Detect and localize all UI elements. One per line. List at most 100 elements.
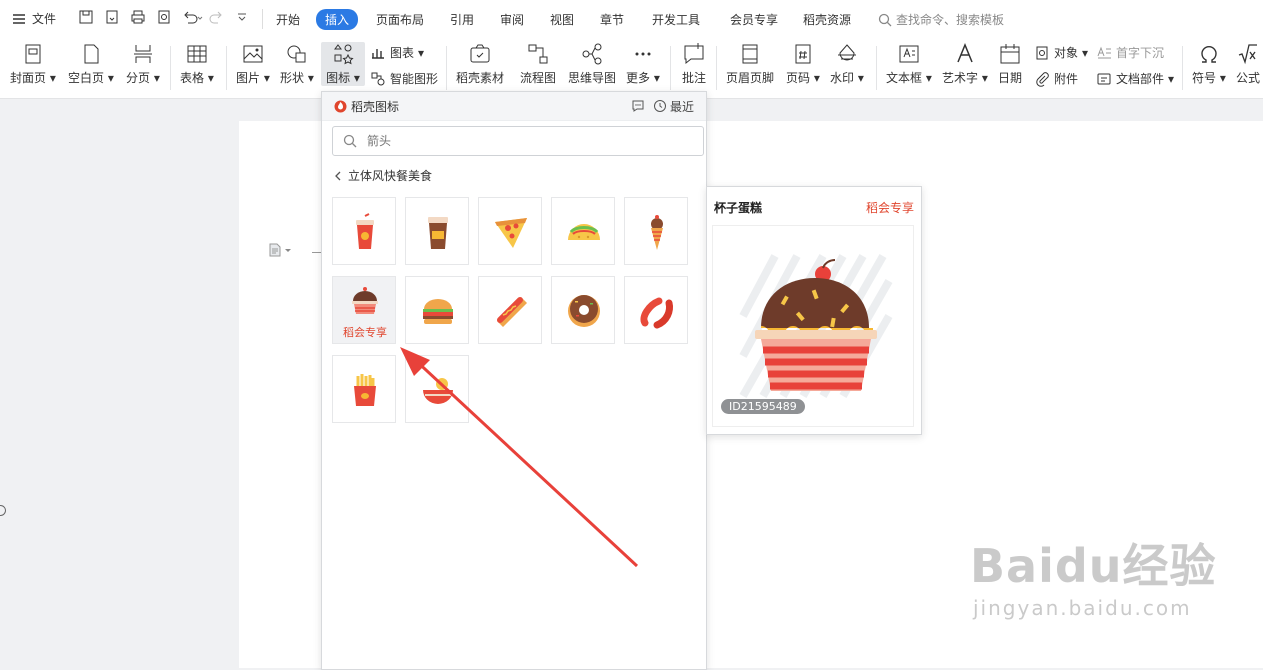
- icon-donut[interactable]: [551, 276, 615, 344]
- tab-developer[interactable]: 开发工具: [652, 11, 700, 28]
- hamburger-icon: [423, 299, 453, 324]
- shape-label: 形状: [280, 71, 305, 85]
- symbol-label: 符号: [1192, 71, 1217, 85]
- page-break-button[interactable]: 分页 ▾: [126, 42, 160, 86]
- object-button[interactable]: 对象 ▾: [1034, 44, 1088, 61]
- icon-taco[interactable]: [551, 197, 615, 265]
- icon-hamburger[interactable]: [405, 276, 469, 344]
- tab-section[interactable]: 章节: [600, 11, 624, 28]
- icon-sausage[interactable]: [624, 276, 688, 344]
- paperclip-icon: [1036, 71, 1049, 87]
- print-preview-icon[interactable]: [156, 9, 172, 25]
- doc-parts-button[interactable]: 文档部件 ▾: [1096, 70, 1174, 87]
- tab-member[interactable]: 会员专享: [730, 11, 778, 28]
- donut-icon: [568, 295, 600, 327]
- watermark-button[interactable]: 水印 ▾: [830, 42, 864, 86]
- cupcake-preview-icon: [739, 254, 893, 398]
- drop-cap-button[interactable]: 首字下沉: [1096, 44, 1164, 61]
- page-break-icon: [133, 45, 152, 63]
- recent-button[interactable]: 最近: [653, 98, 694, 115]
- smart-graphic-button[interactable]: 智能图形: [370, 70, 438, 87]
- drop-cap-icon: [1097, 46, 1111, 58]
- breadcrumb-label: 立体风快餐美食: [348, 169, 433, 183]
- date-button[interactable]: 日期: [998, 42, 1022, 86]
- icon-button[interactable]: 图标 ▾: [321, 42, 365, 86]
- mindmap-label: 思维导图: [568, 71, 617, 85]
- picture-button[interactable]: 图片 ▾: [236, 42, 270, 86]
- flowchart-button[interactable]: 流程图: [520, 42, 556, 86]
- tab-review[interactable]: 审阅: [500, 11, 524, 28]
- formula-button[interactable]: 公式: [1236, 42, 1260, 86]
- header-footer-button[interactable]: 页眉页脚: [726, 42, 774, 86]
- file-menu-label: 文件: [32, 12, 57, 26]
- page-number-button[interactable]: 页码 ▾: [786, 42, 820, 86]
- icon-preview-card: 杯子蛋糕 稻会专享 ID21595489: [706, 186, 922, 435]
- redo-icon[interactable]: [208, 9, 224, 25]
- chart-icon: [372, 48, 384, 59]
- blank-page-label: 空白页: [68, 71, 105, 85]
- cover-page-button[interactable]: 封面页 ▾: [10, 42, 56, 86]
- header-footer-icon: [742, 44, 758, 64]
- watermark-url: jingyan.baidu.com: [973, 596, 1192, 620]
- export-pdf-icon[interactable]: [104, 9, 120, 25]
- icon-search-input[interactable]: [365, 133, 669, 149]
- undo-icon[interactable]: [182, 9, 203, 25]
- more-dots-icon: [635, 52, 651, 56]
- breadcrumb[interactable]: 立体风快餐美食: [334, 167, 432, 184]
- attachment-button[interactable]: 附件: [1034, 70, 1078, 87]
- panel-title: 稻壳图标: [351, 99, 400, 114]
- paragraph-options[interactable]: [268, 243, 292, 257]
- shape-button[interactable]: 形状 ▾: [280, 42, 314, 86]
- noodle-bowl-icon: [423, 378, 453, 404]
- icon-search-box[interactable]: [332, 126, 704, 156]
- icon-french-fries[interactable]: [332, 355, 396, 423]
- feedback-icon[interactable]: [631, 99, 645, 113]
- tab-docer[interactable]: 稻壳资源: [803, 11, 851, 28]
- comment-button[interactable]: 批注: [682, 42, 706, 86]
- table-button[interactable]: 表格 ▾: [180, 42, 214, 86]
- watermark-brand: Baidu经验: [970, 539, 1217, 593]
- object-icon: [1036, 46, 1048, 59]
- tab-references[interactable]: 引用: [450, 11, 474, 28]
- icon-pizza-slice[interactable]: [478, 197, 542, 265]
- docer-logo-icon: [334, 100, 347, 112]
- chart-button[interactable]: 图表 ▾: [370, 44, 424, 61]
- tab-home[interactable]: 开始: [276, 11, 300, 28]
- docer-material-label: 稻壳素材: [456, 71, 505, 85]
- symbol-button[interactable]: 符号 ▾: [1192, 42, 1226, 86]
- icon-hotdog[interactable]: [478, 276, 542, 344]
- flowchart-icon: [528, 44, 548, 64]
- customize-toolbar-icon[interactable]: [234, 9, 250, 25]
- attachment-label: 附件: [1054, 72, 1079, 86]
- textbox-button[interactable]: 文本框 ▾: [886, 42, 932, 86]
- icon-library-icon: [334, 44, 354, 65]
- hotdog-icon: [497, 297, 527, 327]
- more-button[interactable]: 更多 ▾: [626, 42, 660, 86]
- icon-soda-cup[interactable]: [332, 197, 396, 265]
- textbox-label: 文本框: [886, 71, 923, 85]
- tab-insert[interactable]: 插入: [316, 9, 359, 30]
- icon-noodle-bowl[interactable]: [405, 355, 469, 423]
- icon-coffee-cup[interactable]: [405, 197, 469, 265]
- print-icon[interactable]: [130, 9, 146, 25]
- panel-header: 稻壳图标 最近: [322, 92, 706, 121]
- command-search[interactable]: 查找命令、搜索模板: [878, 11, 1004, 28]
- doc-parts-icon: [1097, 73, 1111, 84]
- save-icon[interactable]: [78, 9, 94, 25]
- mindmap-button[interactable]: 思维导图: [568, 42, 616, 86]
- soda-cup-icon: [356, 213, 374, 249]
- blank-page-button[interactable]: 空白页 ▾: [68, 42, 114, 86]
- quick-access-toolbar: [78, 9, 250, 25]
- tab-page-layout[interactable]: 页面布局: [376, 11, 424, 28]
- icon-ice-cream-cone[interactable]: [624, 197, 688, 265]
- doc-parts-label: 文档部件: [1116, 72, 1165, 86]
- preview-image-box: [712, 225, 914, 427]
- french-fries-icon: [354, 374, 376, 406]
- wordart-button[interactable]: 艺术字 ▾: [942, 42, 988, 86]
- tab-view[interactable]: 视图: [550, 11, 574, 28]
- icon-cupcake[interactable]: 稻会专享: [332, 276, 396, 344]
- docer-icon-panel: 稻壳图标 最近 立体风快餐美食: [321, 91, 707, 670]
- docer-material-button[interactable]: 稻壳素材: [456, 42, 504, 86]
- material-icon: [470, 44, 490, 63]
- file-menu[interactable]: 文件: [12, 10, 56, 27]
